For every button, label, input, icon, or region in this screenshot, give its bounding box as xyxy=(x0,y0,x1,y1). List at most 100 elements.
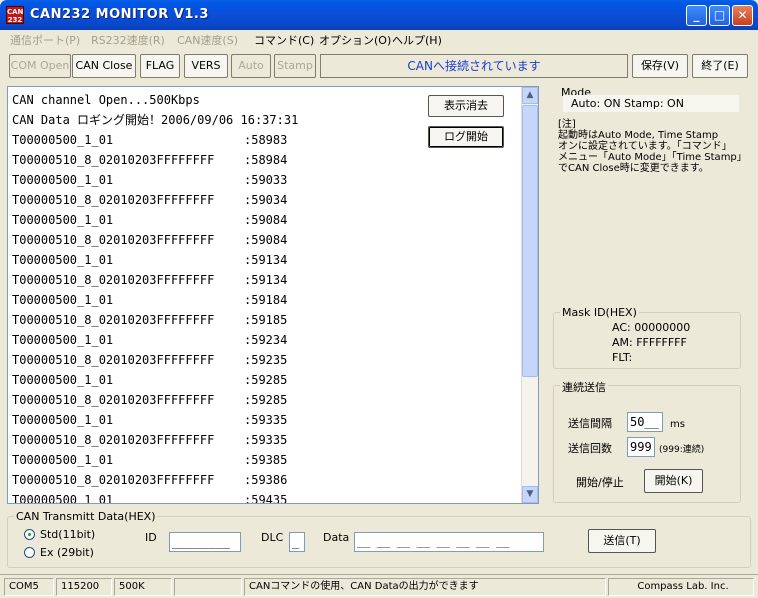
scroll-down-icon[interactable]: ▼ xyxy=(522,486,538,503)
log-row: T00000510_8_02010203FFFFFFFF:59185 xyxy=(12,310,298,330)
log-row: T00000510_8_02010203FFFFFFFF :59034 xyxy=(12,190,298,210)
clear-display-button[interactable]: 表示消去 xyxy=(428,95,504,117)
log-row: T00000510_8_02010203FFFFFFFF:59235 xyxy=(12,350,298,370)
log-row-stamp: :59134 xyxy=(244,253,288,267)
start-logging-button[interactable]: ログ開始 xyxy=(428,126,504,148)
menu-comm-port[interactable]: 通信ポート(P) xyxy=(10,32,80,48)
log-row: T00000500_1_01 :59385 xyxy=(12,450,298,470)
flag-button[interactable]: FLAG xyxy=(140,54,180,78)
log-row-stamp: :59084 xyxy=(244,233,288,247)
log-row: T00000500_1_01 :59084 xyxy=(12,210,298,230)
log-header-line: CAN channel Open...500Kbps xyxy=(12,93,200,107)
transmit-data-group: CAN Transmitt Data(HEX) Std(11bit) Ex (2… xyxy=(7,510,751,568)
log-row-code: T00000510_8_02010203FFFFFFFF xyxy=(12,473,215,487)
log-row: T00000500_1_01 :59033 xyxy=(12,170,298,190)
ex-29bit-radio[interactable] xyxy=(24,547,35,558)
count-input[interactable]: 999 xyxy=(627,437,655,457)
mode-value: Auto: ON Stamp: ON xyxy=(563,95,739,112)
status-baud: 115200 xyxy=(56,578,112,596)
status-port: COM5 xyxy=(4,578,54,596)
log-row-code: T00000500_1_01 xyxy=(12,173,114,187)
vers-button[interactable]: VERS xyxy=(184,54,228,78)
exit-button[interactable]: 終了(E) xyxy=(692,54,748,78)
data-label: Data xyxy=(323,531,350,544)
scroll-up-icon[interactable]: ▲ xyxy=(522,87,538,104)
scroll-thumb[interactable] xyxy=(522,105,538,377)
mask-am-value: AM: FFFFFFFF xyxy=(612,336,687,349)
log-row-stamp: :59134 xyxy=(244,273,288,287)
log-row-stamp: :59435 xyxy=(244,493,288,504)
log-row-stamp: :59335 xyxy=(244,413,288,427)
close-button[interactable]: ✕ xyxy=(732,5,753,26)
auto-button[interactable]: Auto xyxy=(231,54,271,78)
log-row: T00000500_1_01:59234 xyxy=(12,330,298,350)
continuous-send-group: 連続送信 送信間隔 50__ ms 送信回数 999 (999:連続) 開始/停… xyxy=(553,379,741,503)
log-row-code: T00000500_1_01 xyxy=(12,453,114,467)
log-row-stamp: :59385 xyxy=(244,453,288,467)
interval-input[interactable]: 50__ xyxy=(627,412,663,432)
std-11bit-radio[interactable] xyxy=(24,529,35,540)
log-row-code: T00000510_8_02010203FFFFFFFF xyxy=(12,193,215,207)
dlc-input[interactable]: _ xyxy=(289,532,305,552)
ex-29bit-label: Ex (29bit) xyxy=(40,546,94,559)
mask-flt-value: FLT: xyxy=(612,351,633,364)
data-input[interactable]: __ __ __ __ __ __ __ __ xyxy=(354,532,544,552)
mode-group: Mode Auto: ON Stamp: ON xyxy=(553,86,741,117)
log-area[interactable]: CAN channel Open...500Kbps CAN Data ロギング… xyxy=(7,86,539,504)
std-11bit-label: Std(11bit) xyxy=(40,528,96,541)
log-row-stamp: :58984 xyxy=(244,153,288,167)
log-row-stamp: :59034 xyxy=(244,193,288,207)
id-input[interactable]: ________ xyxy=(169,532,241,552)
count-note: (999:連続) xyxy=(659,445,705,455)
stamp-button[interactable]: Stamp xyxy=(274,54,316,78)
log-row-stamp: :59335 xyxy=(244,433,288,447)
log-row-stamp: :59235 xyxy=(244,353,288,367)
log-row-code: T00000500_1_01 xyxy=(12,213,114,227)
log-row-code: T00000510_8_02010203FFFFFFFF xyxy=(12,153,215,167)
menu-rs232-speed[interactable]: RS232速度(R) xyxy=(91,32,165,48)
start-button[interactable]: 開始(K) xyxy=(644,469,703,493)
start-stop-label: 開始/停止 xyxy=(576,476,624,489)
minimize-button[interactable]: _ xyxy=(686,5,707,26)
menu-can-speed[interactable]: CAN速度(S) xyxy=(177,32,238,48)
note-line: [注] xyxy=(558,119,576,130)
save-button[interactable]: 保存(V) xyxy=(632,54,688,78)
status-empty xyxy=(174,578,242,596)
note-line: 起動時はAuto Mode, Time Stamp xyxy=(558,130,719,141)
log-row: T00000510_8_02010203FFFFFFFF :59335 xyxy=(12,430,298,450)
interval-unit: ms xyxy=(670,419,685,430)
maximize-button[interactable]: □ xyxy=(709,5,730,26)
log-row-code: T00000510_8_02010203FFFFFFFF xyxy=(12,433,215,447)
log-row-code: T00000500_1_01 xyxy=(12,333,114,347)
id-label: ID xyxy=(145,531,157,544)
log-row: T00000510_8_02010203FFFFFFFF:59084 xyxy=(12,230,298,250)
title-bar[interactable]: CAN 232 CAN232 MONITOR V1.3 _ □ ✕ xyxy=(0,0,758,30)
log-row-stamp: :59285 xyxy=(244,393,288,407)
count-label: 送信回数 xyxy=(568,442,612,455)
menu-help[interactable]: ヘルプ(H) xyxy=(392,32,442,48)
log-row-code: T00000500_1_01 xyxy=(12,373,114,387)
log-row: T00000510_8_02010203FFFFFFFF:59285 xyxy=(12,390,298,410)
log-row: T00000510_8_02010203FFFFFFFF:59386 xyxy=(12,470,298,490)
app-icon[interactable]: CAN 232 xyxy=(6,6,24,24)
menu-command[interactable]: コマンド(C) xyxy=(254,32,314,48)
log-row: T00000500_1_01:59184 xyxy=(12,290,298,310)
log-row-code: T00000500_1_01 xyxy=(12,493,114,504)
status-can-speed: 500K xyxy=(114,578,172,596)
can-close-button[interactable]: CAN Close xyxy=(72,54,136,78)
send-button[interactable]: 送信(T) xyxy=(588,529,656,553)
log-row-stamp: :59084 xyxy=(244,213,288,227)
mask-id-title: Mask ID(HEX) xyxy=(560,306,639,319)
maximize-icon: □ xyxy=(713,8,726,22)
log-row-stamp: :59185 xyxy=(244,313,288,327)
note-text: [注] 起動時はAuto Mode, Time Stamp オンに設定されていま… xyxy=(558,119,748,174)
log-row: T00000500_1_01 :59435 xyxy=(12,490,298,504)
com-open-button[interactable]: COM Open xyxy=(9,54,71,78)
log-row-stamp: :59184 xyxy=(244,293,288,307)
log-scrollbar[interactable]: ▲ ▼ xyxy=(521,87,538,503)
note-line: メニュー「Auto Mode」「Time Stamp」 xyxy=(558,152,747,163)
menu-option[interactable]: オプション(O) xyxy=(319,32,391,48)
log-row: T00000500_1_01:59134 xyxy=(12,250,298,270)
status-company: Compass Lab. Inc. xyxy=(608,578,754,596)
log-row-stamp: :59033 xyxy=(244,173,288,187)
